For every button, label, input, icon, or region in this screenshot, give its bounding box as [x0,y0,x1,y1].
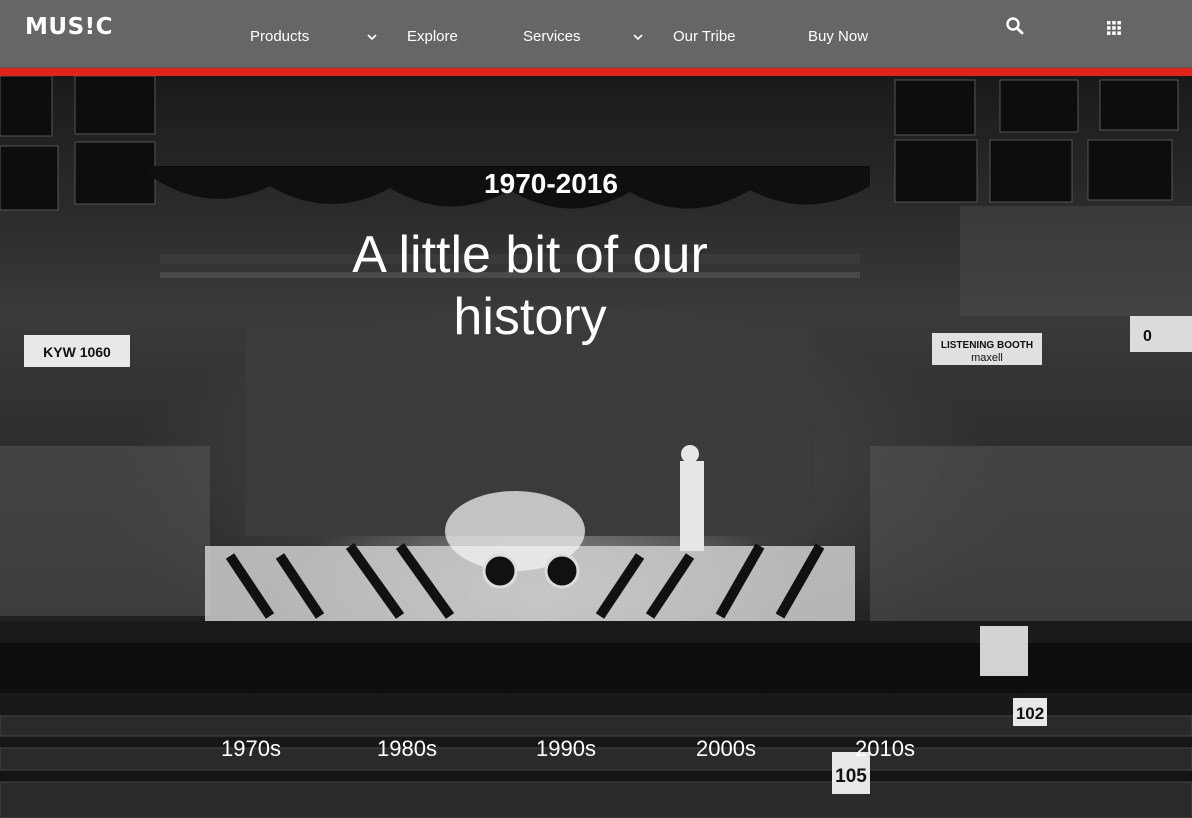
scoreboard-text: 0 [1143,328,1152,345]
apps-grid-icon[interactable] [1106,20,1122,36]
section-105-sign: 105 [835,766,867,787]
maxell-text: maxell [971,352,1003,364]
decade-1980s[interactable]: 1980s [377,736,437,762]
nav-explore[interactable]: Explore [407,28,458,45]
decade-1970s[interactable]: 1970s [221,736,281,762]
nav-services[interactable]: Services [523,28,581,45]
decade-2010s[interactable]: 2010s [855,736,915,762]
chevron-down-icon[interactable] [631,30,645,44]
chevron-down-icon[interactable] [365,30,379,44]
nav-our-tribe[interactable]: Our Tribe [673,28,736,45]
section-102-sign: 102 [1016,704,1044,723]
hero-title: A little bit of our history [352,226,708,346]
top-navigation-bar: MUS!C Products Explore Services Our Trib… [0,0,1192,67]
kyw-banner-text: KYW 1060 [43,344,111,360]
search-icon[interactable] [1005,16,1025,36]
hero-section: KYW 1060 LISTENING BOOTH maxell 0 102 10… [0,76,1192,818]
decade-2000s[interactable]: 2000s [696,736,756,762]
listening-booth-text: LISTENING BOOTH [941,340,1033,351]
nav-products[interactable]: Products [250,28,309,45]
decade-1990s[interactable]: 1990s [536,736,596,762]
hero-years: 1970-2016 [484,168,618,199]
red-accent-line [0,67,1192,76]
nav-buy-now[interactable]: Buy Now [808,28,868,45]
site-logo[interactable]: MUS!C [25,14,113,40]
